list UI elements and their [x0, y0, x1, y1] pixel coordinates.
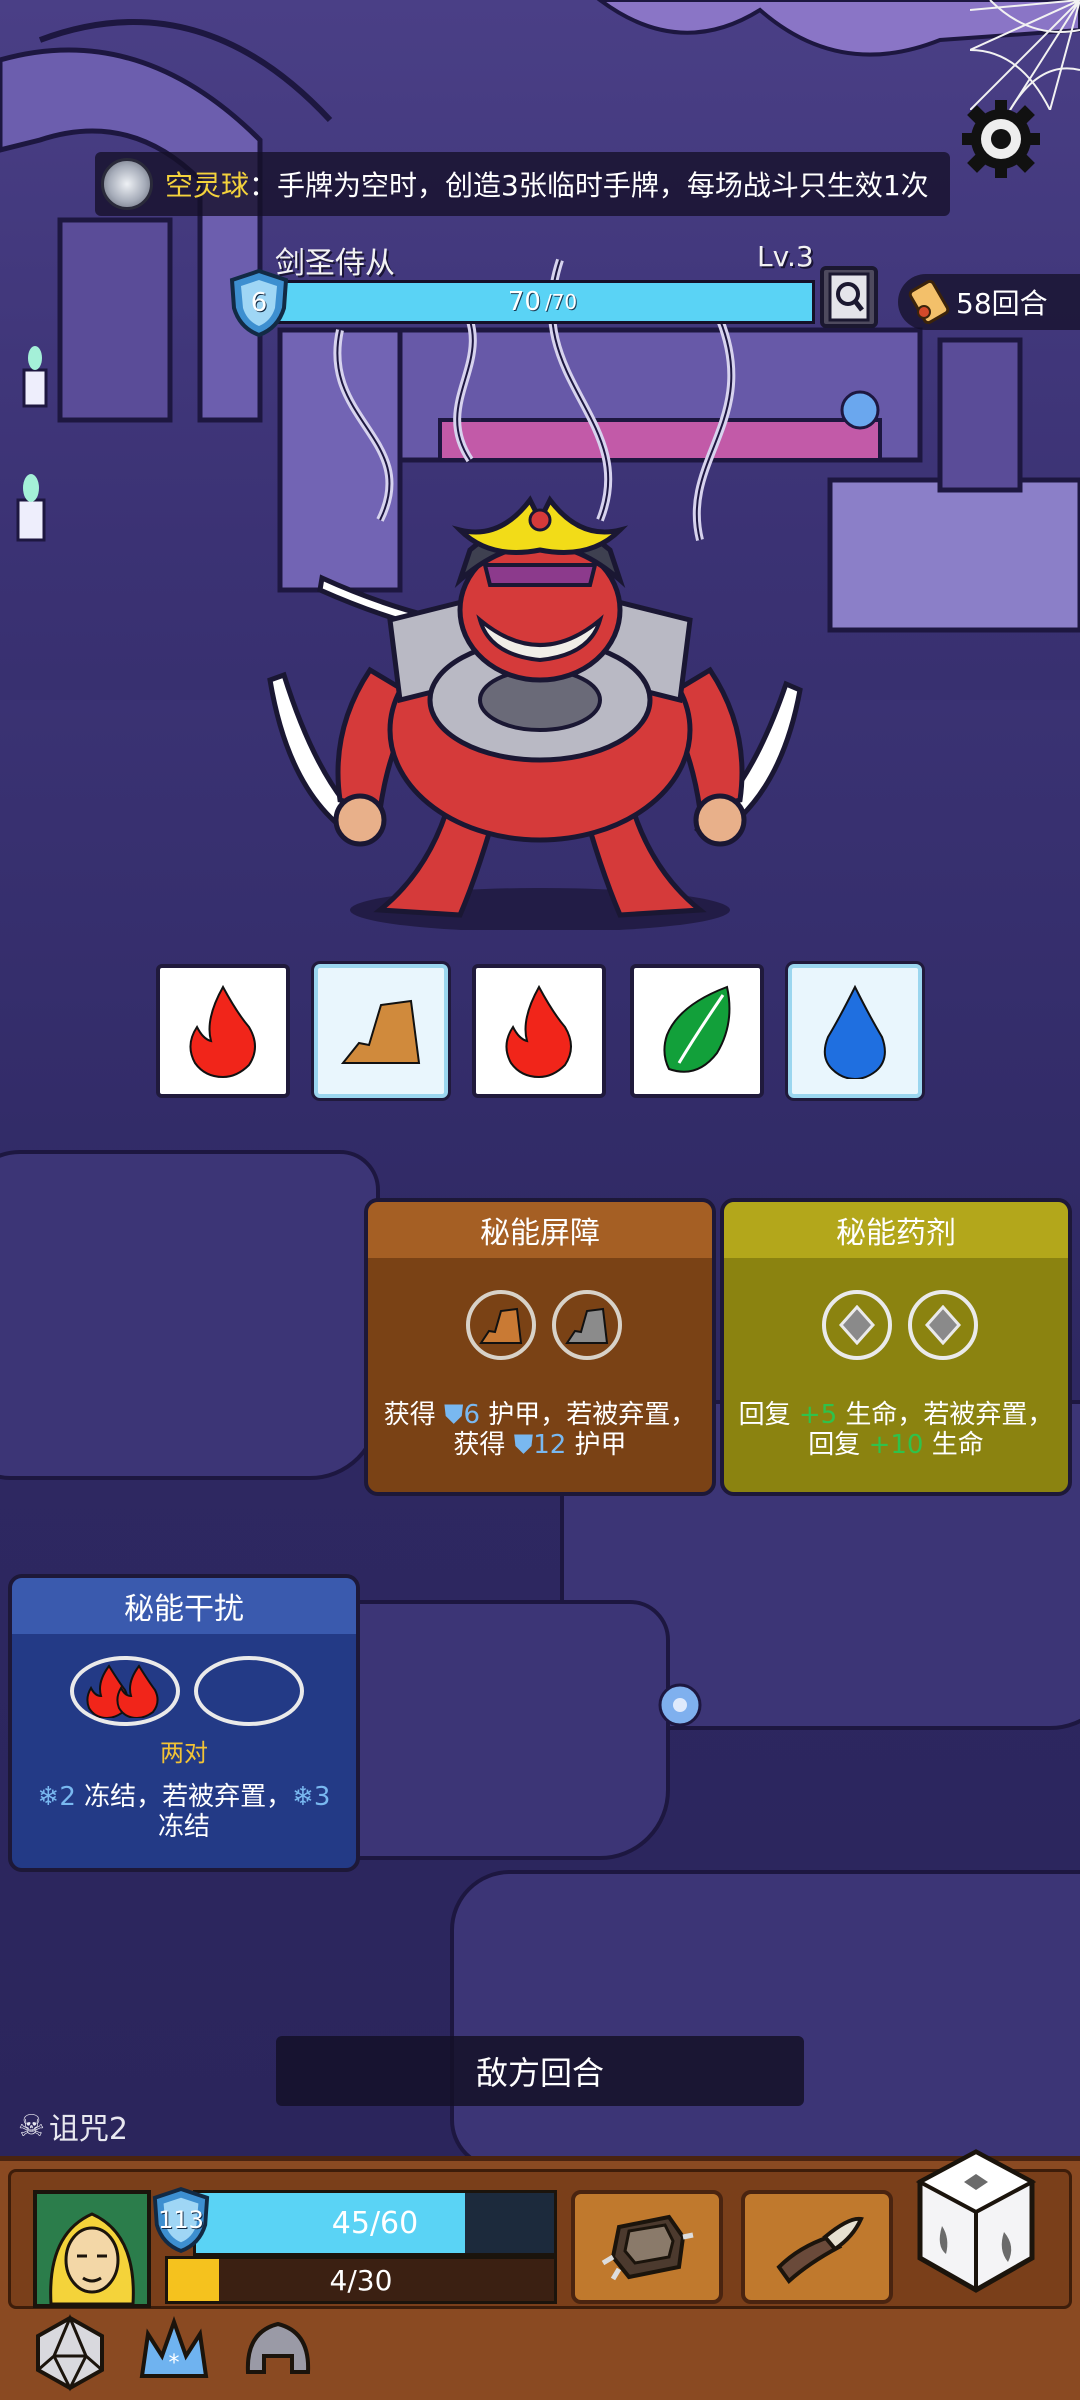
card-requirement: 两对 — [160, 1739, 208, 1767]
equipment-slot-gauntlet[interactable] — [571, 2190, 723, 2304]
card-description-line1: 回复 +5 生命，若被弃置， — [738, 1400, 1054, 1430]
card-description-line1: 获得 ⛊6 护甲，若被弃置， — [383, 1400, 697, 1430]
intent-fire — [472, 964, 606, 1098]
intent-fire — [156, 964, 290, 1098]
relic-description: ：手牌为空时，创造3张临时手牌，每场战斗只生效1次 — [249, 169, 929, 202]
water-drop-element-icon — [823, 984, 886, 1079]
snowflake-icon: ❄ — [37, 1782, 60, 1812]
dice-roll-button[interactable] — [912, 2146, 1040, 2296]
card-description-line1: ❄2 冻结，若被弃置，❄3 — [37, 1782, 331, 1812]
card-description-line2: 获得 ⛊12 护甲 — [453, 1430, 627, 1460]
spider-web-icon — [970, 0, 1080, 110]
dice-slot-pair-empty[interactable] — [194, 1656, 304, 1726]
armor-icon: ⛊ — [443, 1400, 464, 1430]
fire-element-icon — [505, 984, 572, 1079]
enemy-health-text: 70 /70 — [273, 283, 812, 321]
dice-slot-any[interactable] — [822, 1290, 892, 1360]
swirl-orb-icon — [101, 158, 153, 210]
player-experience-text: 4/30 — [329, 2263, 393, 2297]
enemy-turn-banner: 敌方回合 — [276, 2036, 804, 2106]
curse-status[interactable]: ☠ 诅咒2 — [18, 2104, 128, 2148]
samurai-monkey-enemy[interactable] — [260, 470, 820, 930]
card-title: 秘能干扰 — [12, 1578, 356, 1634]
enemy-armor-value: 6 — [250, 288, 268, 318]
flower-decoration — [658, 1683, 702, 1727]
scroll-icon — [908, 279, 950, 325]
player-armor-badge: 113 — [151, 2186, 211, 2254]
earth-element-icon — [340, 999, 421, 1064]
card-arcane-disrupt[interactable]: 秘能干扰 两对 ❄2 冻结，若被弃置，❄3 冻结 — [8, 1574, 360, 1872]
enemy-hp-max: /70 — [544, 290, 578, 314]
turn-counter-text: 58回合 — [956, 287, 1048, 320]
helmet-icon[interactable] — [238, 2312, 318, 2392]
enemy-armor-badge: 6 — [228, 268, 290, 338]
card-body: 两对 ❄2 冻结，若被弃置，❄3 冻结 — [12, 1634, 356, 1868]
curse-label: 诅咒2 — [48, 2112, 128, 2147]
intent-wind — [630, 964, 764, 1098]
enemy-health-bar: 70 /70 — [270, 280, 815, 324]
diamond-icon — [924, 1305, 962, 1345]
card-body: 回复 +5 生命，若被弃置， 回复 +10 生命 — [724, 1258, 1068, 1492]
card-body: 获得 ⛊6 护甲，若被弃置， 获得 ⛊12 护甲 — [368, 1258, 712, 1492]
snowflake-icon: ❄ — [292, 1782, 314, 1812]
earth-element-icon — [479, 1307, 523, 1344]
settings-gear-icon[interactable] — [958, 96, 1044, 182]
d20-dice-icon[interactable] — [30, 2312, 110, 2392]
skull-icon: ☠ — [18, 2108, 45, 2144]
dice-slot-earth[interactable] — [466, 1290, 536, 1360]
relic-info-bar[interactable]: 空灵球 ：手牌为空时，创造3张临时手牌，每场战斗只生效1次 — [95, 152, 950, 216]
card-arcane-barrier[interactable]: 秘能屏障 获得 ⛊6 护甲，若被弃置， 获得 ⛊12 护甲 — [364, 1198, 716, 1496]
enemy-name: 剑圣侍从 — [275, 246, 395, 281]
fire-element-icon — [86, 1664, 159, 1718]
rock-slab — [450, 1870, 1080, 2170]
enemy-hp-current: 70 — [507, 287, 541, 317]
hero-portrait — [37, 2194, 147, 2304]
equipment-slot-tusk-club[interactable] — [741, 2190, 893, 2304]
ice-crown-icon[interactable]: * — [134, 2312, 214, 2392]
card-arcane-potion[interactable]: 秘能药剂 回复 +5 生命，若被弃置， 回复 +10 生命 — [720, 1198, 1072, 1496]
armor-icon: ⛊ — [513, 1430, 534, 1460]
tusk-club-icon — [776, 2216, 864, 2284]
magnifier-icon — [828, 272, 870, 322]
relic-name: 空灵球 — [165, 169, 250, 202]
card-description-line2: 回复 +10 生命 — [808, 1430, 984, 1460]
enemy-level: Lv.3 — [757, 240, 814, 273]
dice-slot-any[interactable] — [908, 1290, 978, 1360]
card-description-line2: 冻结 — [157, 1812, 210, 1842]
inspect-enemy-button[interactable] — [820, 266, 878, 328]
wind-leaf-element-icon — [663, 985, 731, 1073]
player-avatar[interactable] — [33, 2190, 151, 2308]
fire-element-icon — [189, 984, 256, 1079]
card-title: 秘能屏障 — [368, 1202, 712, 1258]
rock-slab — [0, 1150, 380, 1480]
turn-counter: 58回合 — [898, 274, 1080, 330]
dice-slot-pair-fire[interactable] — [70, 1656, 180, 1726]
player-experience-bar: 4/30 — [165, 2256, 557, 2304]
player-health-bar: 45/60 — [193, 2190, 557, 2256]
player-armor-value: 113 — [158, 2206, 204, 2234]
diamond-icon — [838, 1305, 876, 1345]
svg-text:*: * — [169, 2351, 180, 2376]
player-health-text: 45/60 — [331, 2205, 419, 2241]
stone-element-icon — [565, 1307, 609, 1344]
spiked-gauntlet-icon — [601, 2214, 694, 2281]
dice-slot-stone[interactable] — [552, 1290, 622, 1360]
card-title: 秘能药剂 — [724, 1202, 1068, 1258]
intent-water-frozen — [788, 964, 922, 1098]
intent-earth-frozen — [314, 964, 448, 1098]
